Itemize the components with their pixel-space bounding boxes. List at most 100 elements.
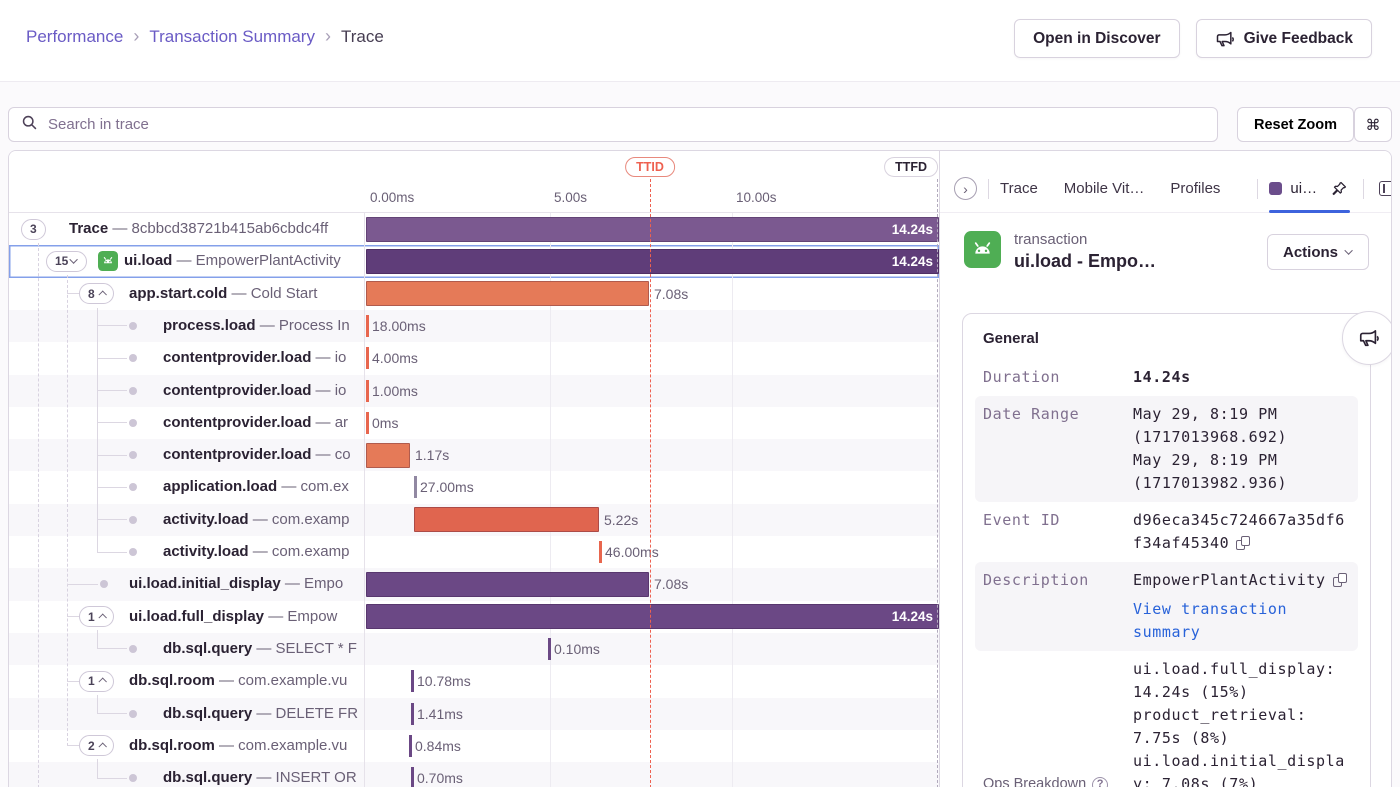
tab-trace[interactable]: Trace <box>1000 180 1038 197</box>
span-count-badge[interactable]: 15 <box>46 251 87 272</box>
span-label: app.start.cold — Cold Start <box>129 278 364 310</box>
chevron-up-icon <box>98 678 106 686</box>
trace-row[interactable]: contentprovider.load — ar0ms <box>9 407 939 439</box>
tab-profiles[interactable]: Profiles <box>1170 180 1220 197</box>
detail-row-date-range: Date RangeMay 29, 8:19 PM (1717013968.69… <box>975 396 1358 502</box>
span-bar[interactable] <box>366 572 649 597</box>
chevron-down-icon <box>1344 246 1352 254</box>
detail-label: Duration <box>983 366 1133 389</box>
span-duration-label: 0.84ms <box>415 730 461 762</box>
span-tick[interactable] <box>411 703 414 725</box>
span-label: ui.load.initial_display — Empo <box>129 568 364 600</box>
tree-connector <box>67 584 98 585</box>
trace-row[interactable]: activity.load — com.examp5.22s <box>9 504 939 536</box>
span-tick[interactable] <box>548 638 551 660</box>
span-tick[interactable] <box>366 315 369 337</box>
shortcut-cmd-button[interactable]: ⌘ <box>1354 107 1392 142</box>
span-label: application.load — com.ex <box>163 471 364 503</box>
dock-left-icon[interactable] <box>1375 177 1392 200</box>
span-label: db.sql.query — SELECT * F <box>163 633 364 665</box>
span-bar[interactable]: 14.24s <box>366 249 939 274</box>
span-leaf-dot <box>129 645 137 653</box>
trace-row[interactable]: ui.load.initial_display — Empo7.08s <box>9 568 939 600</box>
tree-guide-line <box>38 243 39 787</box>
trace-row[interactable]: 8app.start.cold — Cold Start7.08s <box>9 278 939 310</box>
trace-row[interactable]: activity.load — com.examp46.00ms <box>9 536 939 568</box>
tab-transaction-ui-load[interactable]: ui… <box>1269 180 1317 197</box>
span-tick[interactable] <box>599 541 602 563</box>
span-tick[interactable] <box>366 412 369 434</box>
tree-connector <box>97 422 127 423</box>
ttid-pill[interactable]: TTID <box>625 157 675 177</box>
breadcrumb-item-trace: Trace <box>341 27 384 47</box>
detail-value: May 29, 8:19 PM (1717013968.692) May 29,… <box>1133 403 1350 495</box>
expand-drawer-icon[interactable]: › <box>954 177 977 200</box>
transaction-kind-label: transaction <box>1014 231 1254 248</box>
trace-row[interactable]: application.load — com.ex27.00ms <box>9 471 939 503</box>
span-tick[interactable] <box>366 347 369 369</box>
span-tick[interactable] <box>414 476 417 498</box>
copy-icon[interactable] <box>1333 573 1347 587</box>
span-leaf-dot <box>129 774 137 782</box>
span-duration-label: 14.24s <box>892 604 933 629</box>
transaction-title: ui.load - Empo… <box>1014 251 1254 272</box>
trace-row[interactable]: db.sql.query — INSERT OR0.70ms <box>9 762 939 787</box>
trace-row[interactable]: 3Trace — 8cbbcd38721b415ab6cbdc4ff14.24s <box>9 213 939 245</box>
chevron-right-icon: › <box>325 26 331 47</box>
view-transaction-summary-link[interactable]: View transaction summary <box>1133 598 1350 644</box>
feedback-float-button[interactable] <box>1342 311 1392 365</box>
span-label: db.sql.room — com.example.vu <box>129 730 364 762</box>
detail-label: Event ID <box>983 509 1133 555</box>
span-duration-label: 0ms <box>372 407 398 439</box>
ttfd-pill[interactable]: TTFD <box>884 157 938 177</box>
span-leaf-dot <box>129 710 137 718</box>
trace-row[interactable]: db.sql.query — SELECT * F0.10ms <box>9 633 939 665</box>
detail-row-duration: Duration14.24s <box>975 359 1358 396</box>
breadcrumb-item-performance[interactable]: Performance <box>26 27 123 47</box>
span-bar[interactable] <box>366 443 410 468</box>
trace-view-container: 0.00ms5.00s10.00sTTIDTTFD 3Trace — 8cbbc… <box>8 150 1392 787</box>
span-label: db.sql.query — DELETE FR <box>163 698 364 730</box>
span-duration-label: 1.41ms <box>417 698 463 730</box>
span-tick[interactable] <box>409 735 412 757</box>
trace-drawer-panel: › TraceMobile Vit…Profiles ui… transa <box>939 151 1392 787</box>
span-count-badge[interactable]: 2 <box>79 735 114 756</box>
pin-tab-icon[interactable] <box>1327 176 1352 201</box>
search-input[interactable] <box>46 115 1205 134</box>
span-bar[interactable] <box>414 507 599 532</box>
help-icon[interactable]: ? <box>1092 777 1108 787</box>
trace-row[interactable]: process.load — Process In18.00ms <box>9 310 939 342</box>
trace-row[interactable]: db.sql.query — DELETE FR 1.41ms <box>9 698 939 730</box>
detail-label: Description <box>983 569 1133 644</box>
trace-row[interactable]: 1db.sql.room — com.example.vu10.78ms <box>9 665 939 697</box>
span-tick[interactable] <box>411 670 414 692</box>
span-bar[interactable]: 14.24s <box>366 604 939 629</box>
span-count-badge[interactable]: 8 <box>79 283 114 304</box>
tree-connector <box>97 390 127 391</box>
span-bar[interactable] <box>366 281 649 306</box>
open-in-discover-button[interactable]: Open in Discover <box>1014 19 1179 58</box>
trace-row[interactable]: 1ui.load.full_display — Empow14.24s <box>9 601 939 633</box>
trace-row[interactable]: 2 db.sql.room — com.example.vu 0.84ms <box>9 730 939 762</box>
breadcrumb-item-transaction-summary[interactable]: Transaction Summary <box>149 27 315 47</box>
span-count-badge[interactable]: 1 <box>79 671 114 692</box>
trace-row[interactable]: 15ui.load — EmpowerPlantActivity14.24s <box>9 245 939 277</box>
trace-row[interactable]: contentprovider.load — co1.17s <box>9 439 939 471</box>
span-tick[interactable] <box>411 767 414 787</box>
span-count-badge[interactable]: 1 <box>79 606 114 627</box>
tab-mobile-vit-[interactable]: Mobile Vit… <box>1064 180 1145 197</box>
actions-dropdown-button[interactable]: Actions <box>1267 234 1369 270</box>
span-count-badge[interactable]: 3 <box>21 219 46 240</box>
ttfd-marker-line <box>937 179 938 787</box>
pane-divider[interactable] <box>364 151 365 787</box>
copy-icon[interactable] <box>1236 536 1250 550</box>
reset-zoom-button[interactable]: Reset Zoom <box>1237 107 1354 142</box>
span-leaf-dot <box>129 322 137 330</box>
span-tick[interactable] <box>366 380 369 402</box>
tree-connector <box>97 455 127 456</box>
trace-row[interactable]: contentprovider.load — io1.00ms <box>9 375 939 407</box>
tree-connector <box>67 681 79 682</box>
give-feedback-button[interactable]: Give Feedback <box>1196 19 1372 58</box>
trace-row[interactable]: contentprovider.load — io4.00ms <box>9 342 939 374</box>
span-bar[interactable]: 14.24s <box>366 217 939 242</box>
